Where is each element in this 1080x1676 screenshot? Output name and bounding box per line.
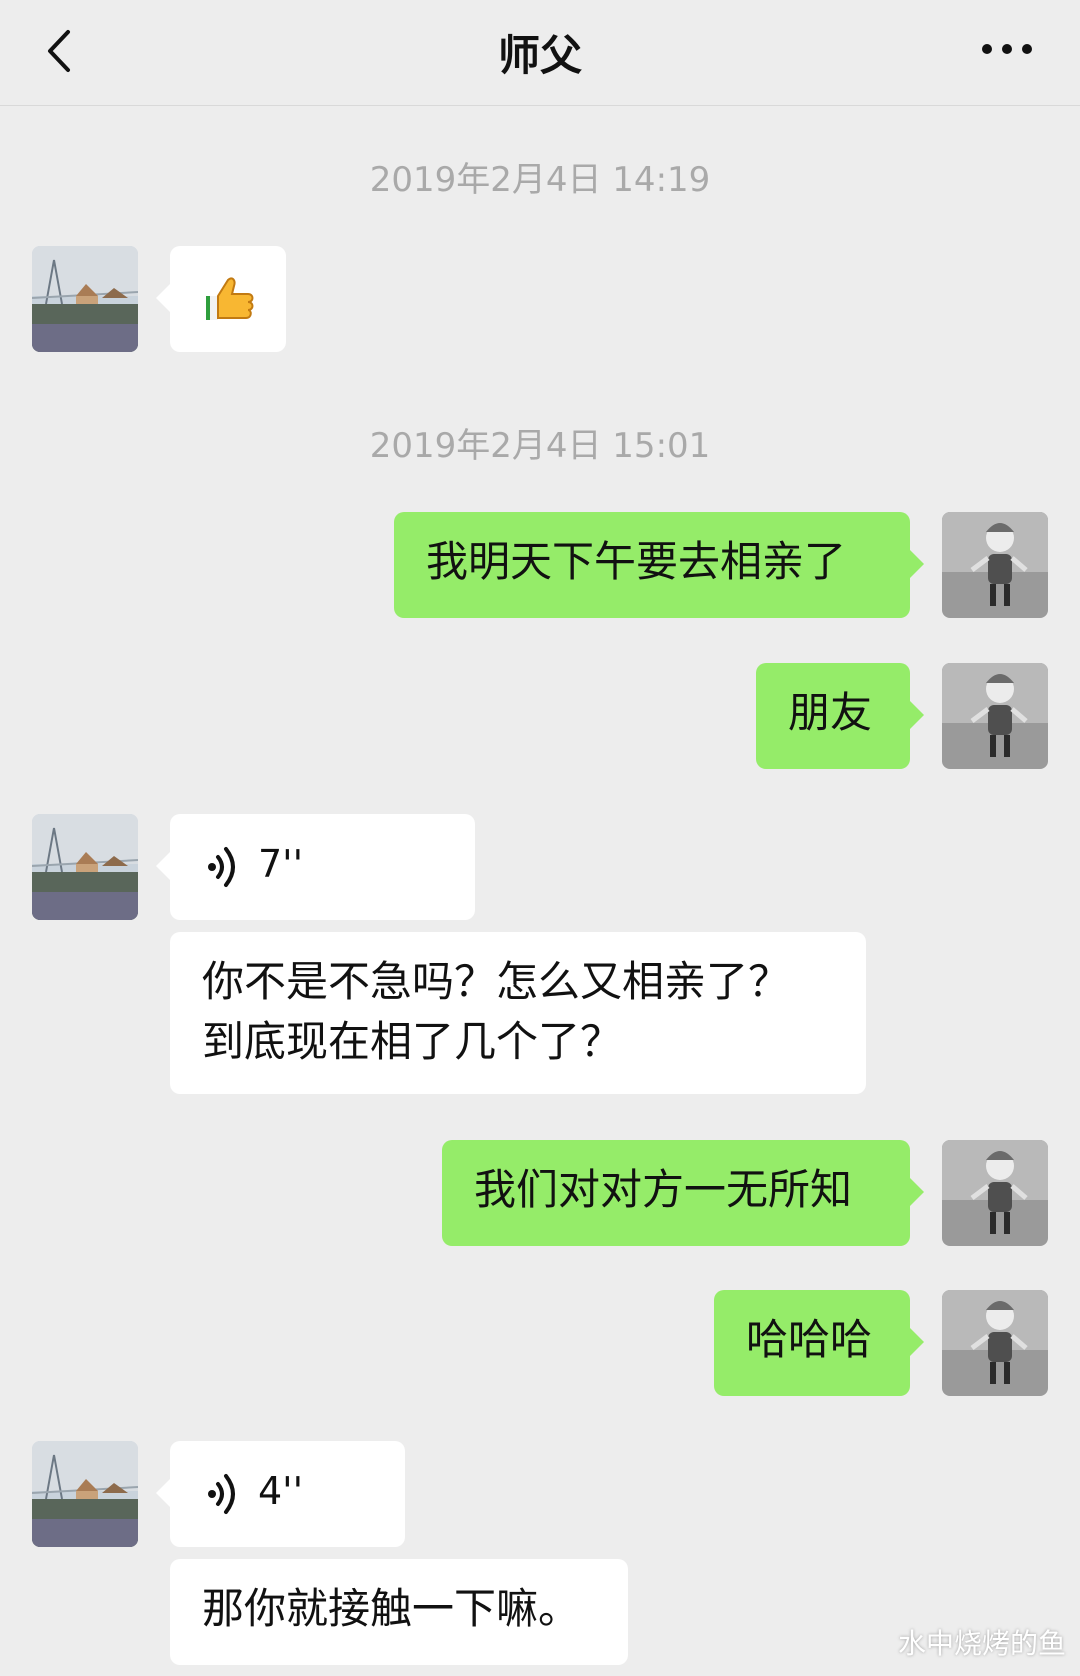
nav-bar: 师父 <box>0 0 1080 106</box>
contact-avatar[interactable] <box>32 814 138 920</box>
my-avatar[interactable] <box>942 512 1048 618</box>
chat-title: 师父 <box>497 31 582 80</box>
my-avatar[interactable] <box>942 1290 1048 1396</box>
timestamp: 2019年2月4日 15:01 <box>369 426 711 466</box>
message-bubble[interactable]: 那你就接触一下嘛。 <box>170 1559 628 1665</box>
voice-message[interactable]: 4'' <box>156 1441 405 1547</box>
message-bubble[interactable]: 我明天下午要去相亲了 <box>394 512 924 618</box>
my-avatar[interactable] <box>942 663 1048 769</box>
message-bubble[interactable]: 朋友 <box>756 663 924 769</box>
more-dots-icon[interactable] <box>980 34 1034 64</box>
emoji-bubble[interactable] <box>156 246 286 352</box>
my-avatar[interactable] <box>942 1140 1048 1246</box>
voice-wave-icon <box>208 1474 235 1514</box>
voice-message[interactable]: 7'' <box>156 814 475 920</box>
voice-wave-icon <box>208 847 235 887</box>
watermark: 水中烧烤的鱼 <box>897 1627 1066 1660</box>
contact-avatar[interactable] <box>32 1441 138 1547</box>
message-bubble[interactable]: 我们对对方一无所知 <box>442 1140 924 1246</box>
timestamp: 2019年2月4日 14:19 <box>369 160 711 200</box>
voice-duration: 7'' <box>258 842 304 886</box>
voice-duration: 4'' <box>258 1469 304 1513</box>
message-bubble[interactable]: 你不是不急吗？怎么又相亲了？ 到底现在相了几个了？ <box>170 932 866 1094</box>
message-bubble[interactable]: 哈哈哈 <box>714 1290 924 1396</box>
thumbs-up-icon <box>206 277 254 320</box>
contact-avatar[interactable] <box>32 246 138 352</box>
